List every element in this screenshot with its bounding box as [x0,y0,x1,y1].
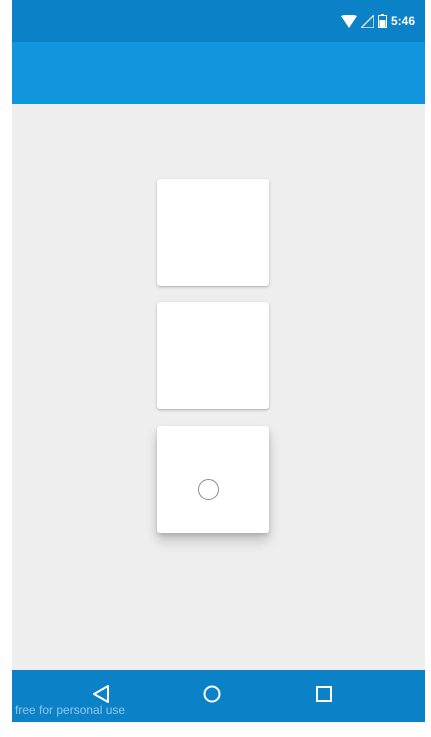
device-screen: 5:46 free for personal use [12,0,425,722]
battery-icon [377,14,387,28]
home-button[interactable] [197,682,227,710]
signal-icon [360,14,374,28]
status-bar: 5:46 [12,0,425,42]
card-1[interactable] [157,179,269,286]
app-bar [12,42,425,104]
content-area [12,104,425,670]
card-2[interactable] [157,302,269,409]
recents-button[interactable] [309,682,339,710]
status-time: 5:46 [390,14,415,28]
status-icons: 5:46 [340,0,415,42]
recents-icon [315,685,333,708]
card-3[interactable] [157,426,269,533]
watermark-text: free for personal use [15,703,126,717]
wifi-icon [340,14,357,28]
home-icon [202,684,222,709]
touch-ripple [198,479,219,500]
